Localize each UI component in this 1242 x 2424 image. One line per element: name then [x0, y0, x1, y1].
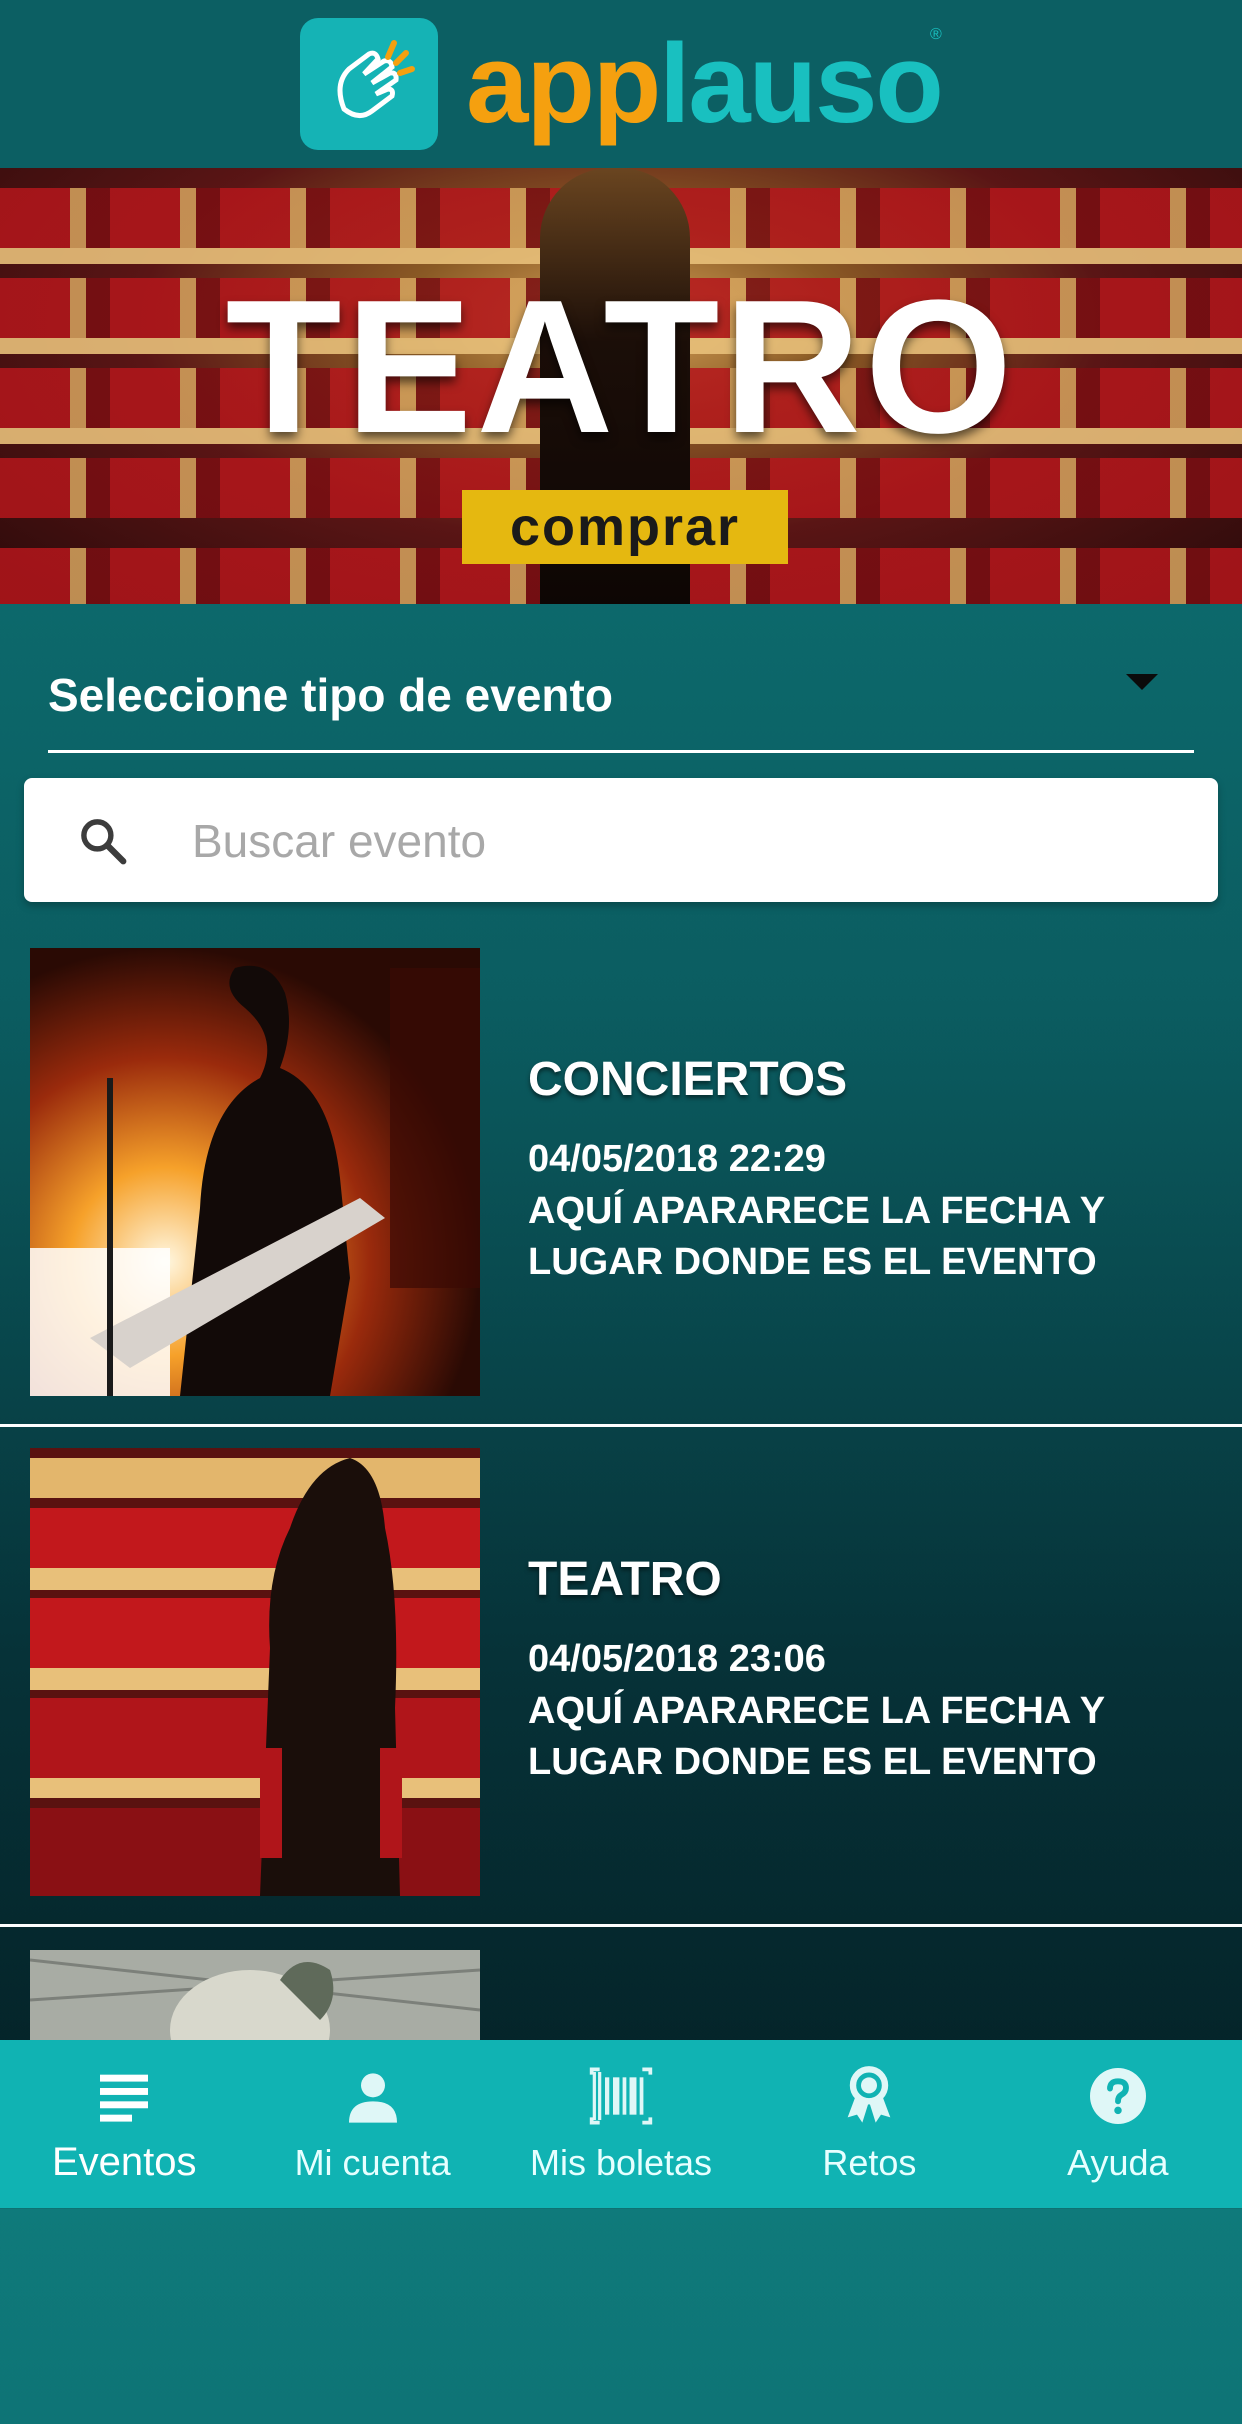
event-type-select-label: Seleccione tipo de evento [48, 669, 613, 721]
clapping-hands-logo-icon [300, 18, 439, 150]
person-icon [348, 2073, 397, 2123]
nav-label: Ayuda [1067, 2142, 1169, 2183]
promo-banner[interactable]: TEATRO comprar [0, 168, 1242, 604]
registered-mark: ® [930, 26, 942, 43]
logo-text-app: app [466, 21, 661, 146]
nav-item-mis-boletas[interactable]: Mis boletas [497, 2040, 745, 2208]
event-datetime: 04/05/2018 22:29 [528, 1138, 826, 1180]
nav-item-mi-cuenta[interactable]: Mi cuenta [248, 2040, 496, 2208]
event-image-theater[interactable] [30, 1448, 480, 1896]
bottom-navigation: Eventos Mi cuenta Mis boletas Retos Ayud… [0, 2040, 1242, 2208]
event-datetime: 04/05/2018 23:06 [528, 1638, 826, 1680]
search-bar[interactable] [24, 778, 1218, 902]
event-title: CONCIERTOS [528, 1053, 848, 1106]
nav-item-eventos[interactable]: Eventos [0, 2040, 248, 2208]
event-type-select[interactable]: Seleccione tipo de evento [48, 640, 1194, 753]
buy-button[interactable]: comprar [462, 490, 788, 564]
nav-label: Mi cuenta [294, 2142, 451, 2183]
event-description: AQUÍ APARARECE LA FECHA Y LUGAR DONDE ES… [528, 1690, 1105, 1783]
banner-title: TEATRO [225, 261, 1017, 473]
dropdown-arrow-icon[interactable] [1126, 674, 1158, 690]
nav-item-retos[interactable]: Retos [745, 2040, 993, 2208]
app-header: applauso ® [0, 0, 1242, 168]
event-list-item[interactable]: TEATRO 04/05/2018 23:06 AQUÍ APARARECE L… [0, 1424, 1242, 1927]
nav-label: Mis boletas [529, 2142, 713, 2183]
event-image-concert[interactable] [30, 948, 480, 1396]
search-icon[interactable] [76, 814, 130, 868]
help-icon [1089, 2068, 1146, 2124]
event-title: TEATRO [528, 1553, 722, 1606]
nav-label: Retos [822, 2142, 917, 2183]
search-input[interactable] [190, 800, 1174, 882]
list-icon [100, 2074, 149, 2122]
applauso-logo: applauso [466, 28, 944, 140]
event-description: AQUÍ APARARECE LA FECHA Y LUGAR DONDE ES… [528, 1190, 1105, 1283]
barcode-icon [589, 2067, 653, 2125]
nav-label: Eventos [51, 2140, 197, 2184]
event-image-partial[interactable] [30, 1950, 480, 2040]
nav-item-ayuda[interactable]: Ayuda [994, 2040, 1242, 2208]
award-icon [848, 2066, 891, 2123]
logo-text-lauso: lauso [659, 21, 944, 146]
event-list-item[interactable]: CONCIERTOS 04/05/2018 22:29 AQUÍ APARARE… [0, 924, 1242, 1427]
